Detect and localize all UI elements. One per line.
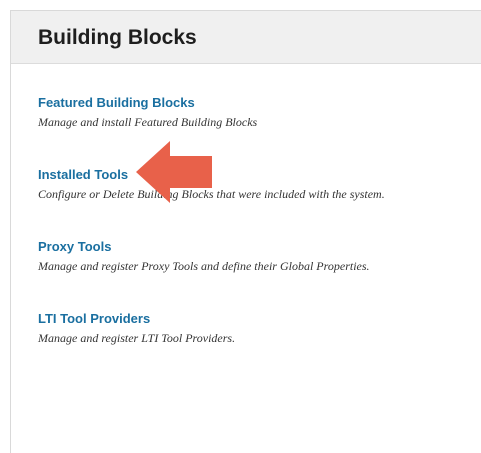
panel-header: Building Blocks — [11, 11, 481, 64]
annotation-arrow-shape — [136, 141, 212, 203]
list-item-installed-tools: Installed Tools Configure or Delete Buil… — [38, 167, 481, 202]
proxy-tools-description: Manage and register Proxy Tools and defi… — [38, 259, 370, 273]
installed-tools-description: Configure or Delete Building Blocks that… — [38, 187, 385, 201]
list-item-featured-building-blocks: Featured Building Blocks Manage and inst… — [38, 95, 481, 130]
lti-tool-providers-description: Manage and register LTI Tool Providers. — [38, 331, 236, 345]
featured-building-blocks-link[interactable]: Featured Building Blocks — [38, 95, 481, 111]
page-title: Building Blocks — [38, 26, 197, 49]
proxy-tools-link[interactable]: Proxy Tools — [38, 239, 481, 255]
arrow-left-icon — [136, 141, 212, 203]
list-item-proxy-tools: Proxy Tools Manage and register Proxy To… — [38, 239, 481, 274]
featured-building-blocks-description: Manage and install Featured Building Blo… — [38, 115, 258, 129]
lti-tool-providers-link[interactable]: LTI Tool Providers — [38, 311, 481, 327]
list-item-lti-tool-providers: LTI Tool Providers Manage and register L… — [38, 311, 481, 346]
building-blocks-panel: Building Blocks Featured Building Blocks… — [10, 10, 481, 453]
installed-tools-link[interactable]: Installed Tools — [38, 167, 481, 183]
